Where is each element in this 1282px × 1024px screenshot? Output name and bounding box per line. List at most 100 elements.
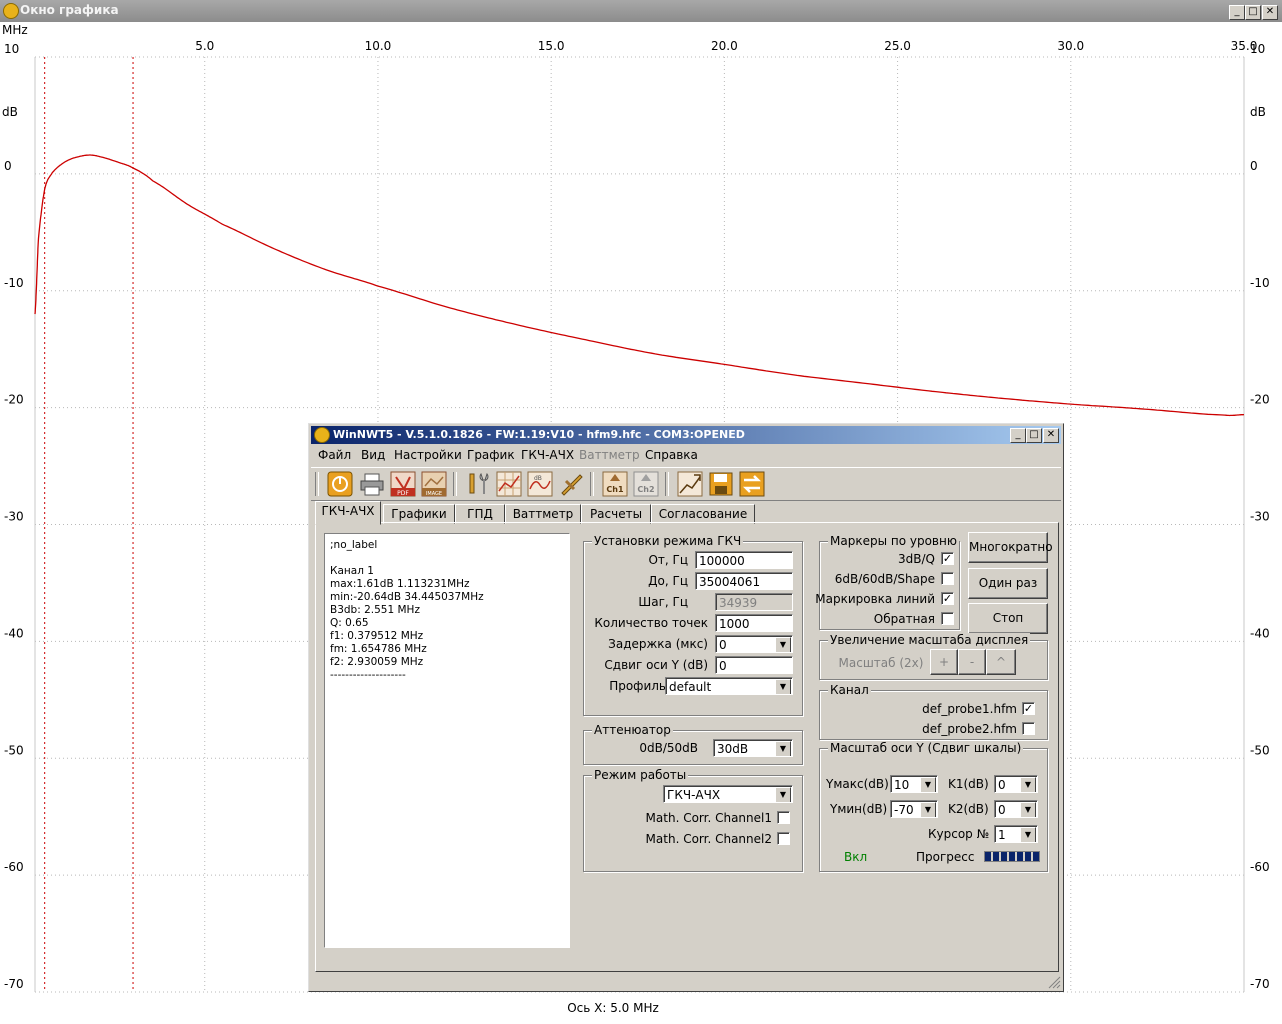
- attenuator-select[interactable]: 30dB ▼: [713, 739, 793, 757]
- sweep-once-button[interactable]: Один раз: [968, 568, 1048, 599]
- marker-reverse-checkbox[interactable]: [941, 612, 954, 625]
- channel-title: Канал: [828, 683, 871, 697]
- zoom-plus-button[interactable]: +: [930, 649, 958, 675]
- info-line: --------------------: [330, 669, 406, 681]
- probe1-checkbox[interactable]: ✓: [1022, 702, 1035, 715]
- tab-graphs[interactable]: Графики: [383, 504, 455, 524]
- mode-select[interactable]: ГКЧ-АЧХ ▼: [663, 785, 793, 803]
- tab-sweep[interactable]: ГКЧ-АЧХ: [315, 501, 381, 525]
- power-icon[interactable]: [327, 471, 353, 497]
- tab-vfo[interactable]: ГПД: [455, 504, 505, 524]
- ymax-select[interactable]: 10 ▼: [890, 775, 938, 793]
- channel-group: Канал def_probe1.hfm ✓ def_probe2.hfm: [819, 683, 1048, 740]
- maximize-icon[interactable]: □: [1245, 5, 1261, 20]
- y-scale-title: Масштаб оси Y (Сдвиг шкалы): [828, 741, 1024, 755]
- attenuator-group: Аттенюатор 0dB/50dB 30dB ▼: [583, 723, 803, 765]
- chart-export-icon[interactable]: [677, 471, 703, 497]
- chart-grid-icon[interactable]: [496, 471, 522, 497]
- y-tick-label-left: 10: [4, 42, 19, 56]
- resize-grip-icon[interactable]: [1047, 975, 1061, 989]
- y-tick-label-right: -10: [1250, 276, 1270, 290]
- info-line: ;no_label: [330, 539, 378, 551]
- tab-calculations[interactable]: Расчеты: [581, 504, 651, 524]
- zoom-up-button[interactable]: ^: [986, 649, 1016, 675]
- graph-window-titlebar[interactable]: Окно графика _ □ ✕: [0, 0, 1282, 22]
- step-label: Шаг, Гц: [638, 595, 688, 609]
- app-title: WinNWT5 - V.5.1.0.1826 - FW:1.19:V10 - h…: [333, 428, 745, 441]
- probe2-checkbox[interactable]: [1022, 722, 1035, 735]
- graph-window-title: Окно графика: [20, 3, 119, 17]
- k1-select[interactable]: 0 ▼: [994, 775, 1038, 793]
- pdf-icon[interactable]: PDF: [390, 471, 416, 497]
- sweep-multi-button[interactable]: Многократно: [968, 532, 1053, 563]
- ch1-icon[interactable]: Ch1: [602, 471, 628, 497]
- info-line: min:-20.64dB 34.445037MHz: [330, 591, 484, 603]
- k2-select[interactable]: 0 ▼: [994, 800, 1038, 818]
- maximize-icon[interactable]: □: [1026, 428, 1042, 443]
- corr-channel1-label: Math. Corr. Channel1: [645, 811, 772, 825]
- measurement-info-box[interactable]: ;no_label Канал 1 max:1.61dB 1.113231MHz m…: [324, 533, 570, 948]
- tab-matching[interactable]: Согласование: [651, 504, 755, 524]
- save-icon[interactable]: [708, 471, 734, 497]
- ch2-icon[interactable]: Ch2: [633, 471, 659, 497]
- y-tick-label-right: -40: [1250, 626, 1270, 640]
- marker-lines-checkbox[interactable]: ✓: [941, 592, 954, 605]
- y-tick-label-right: 10: [1250, 42, 1265, 56]
- level-markers-title: Маркеры по уровню: [828, 534, 959, 548]
- marker-6db-label: 6dB/60dB/Shape: [834, 572, 935, 586]
- close-icon[interactable]: ✕: [1262, 5, 1278, 20]
- zoom-minus-button[interactable]: -: [958, 649, 986, 675]
- y-tick-label-right: -20: [1250, 393, 1270, 407]
- attenuator-title: Аттенюатор: [592, 723, 673, 737]
- menu-graph[interactable]: График: [467, 448, 515, 462]
- ch2-icon-label: Ch2: [637, 485, 654, 494]
- toolbar: PDF IMAGE dB Ch1 Ch2: [311, 467, 1061, 501]
- menu-help[interactable]: Справка: [645, 448, 698, 462]
- printer-icon[interactable]: [359, 471, 385, 497]
- stop-button[interactable]: Стоп: [968, 603, 1048, 634]
- image-icon[interactable]: IMAGE: [421, 471, 447, 497]
- frequency-response-trace: [34, 154, 1245, 417]
- ymin-select[interactable]: -70 ▼: [890, 800, 938, 818]
- image-icon-label: IMAGE: [426, 491, 442, 497]
- db-chart-icon[interactable]: dB: [527, 471, 553, 497]
- y-tick-label-left: -70: [4, 977, 24, 991]
- cursor-select[interactable]: 1 ▼: [994, 825, 1038, 843]
- menu-view[interactable]: Вид: [361, 448, 385, 462]
- k2-label: K2(dB): [948, 802, 989, 816]
- minimize-icon[interactable]: _: [1010, 428, 1026, 443]
- delay-select[interactable]: 0 ▼: [715, 635, 793, 653]
- x-tick-label: 5.0: [195, 39, 214, 53]
- app-titlebar[interactable]: WinNWT5 - V.5.1.0.1826 - FW:1.19:V10 - h…: [311, 426, 1061, 444]
- winnwt-window[interactable]: WinNWT5 - V.5.1.0.1826 - FW:1.19:V10 - h…: [308, 423, 1064, 992]
- info-line: fm: 1.654786 MHz: [330, 643, 427, 655]
- close-icon[interactable]: ✕: [1043, 428, 1059, 443]
- corr-channel2-label: Math. Corr. Channel2: [645, 832, 772, 846]
- yshift-field[interactable]: 0: [715, 656, 793, 674]
- menu-file[interactable]: Файл: [318, 448, 351, 462]
- progress-bar: [984, 851, 1040, 862]
- swap-icon[interactable]: [739, 471, 765, 497]
- probe-icon[interactable]: [558, 471, 584, 497]
- points-field[interactable]: 1000: [715, 614, 793, 632]
- minimize-icon[interactable]: _: [1229, 5, 1245, 20]
- menu-sweep[interactable]: ГКЧ-АЧХ: [521, 448, 574, 462]
- from-field[interactable]: 100000: [695, 551, 793, 569]
- marker-3db-checkbox[interactable]: ✓: [941, 552, 954, 565]
- info-line: Q: 0.65: [330, 617, 369, 629]
- tools-icon[interactable]: [465, 471, 491, 497]
- profile-select[interactable]: default ▼: [665, 677, 793, 695]
- x-tick-label: 20.0: [711, 39, 738, 53]
- app-logo-icon: [3, 3, 19, 19]
- ymax-label: Yмакс(dB): [826, 777, 889, 791]
- to-field[interactable]: 35004061: [695, 572, 793, 590]
- x-tick-label: 30.0: [1057, 39, 1084, 53]
- marker-6db-checkbox[interactable]: [941, 572, 954, 585]
- tab-wattmeter[interactable]: Ваттметр: [505, 504, 581, 524]
- corr-channel1-checkbox[interactable]: [777, 811, 790, 824]
- info-line: [330, 552, 564, 565]
- menu-settings[interactable]: Настройки: [394, 448, 462, 462]
- zoom-2x-button[interactable]: Масштаб (2x): [828, 650, 934, 676]
- menu-wattmeter[interactable]: Ваттметр: [579, 448, 640, 462]
- corr-channel2-checkbox[interactable]: [777, 832, 790, 845]
